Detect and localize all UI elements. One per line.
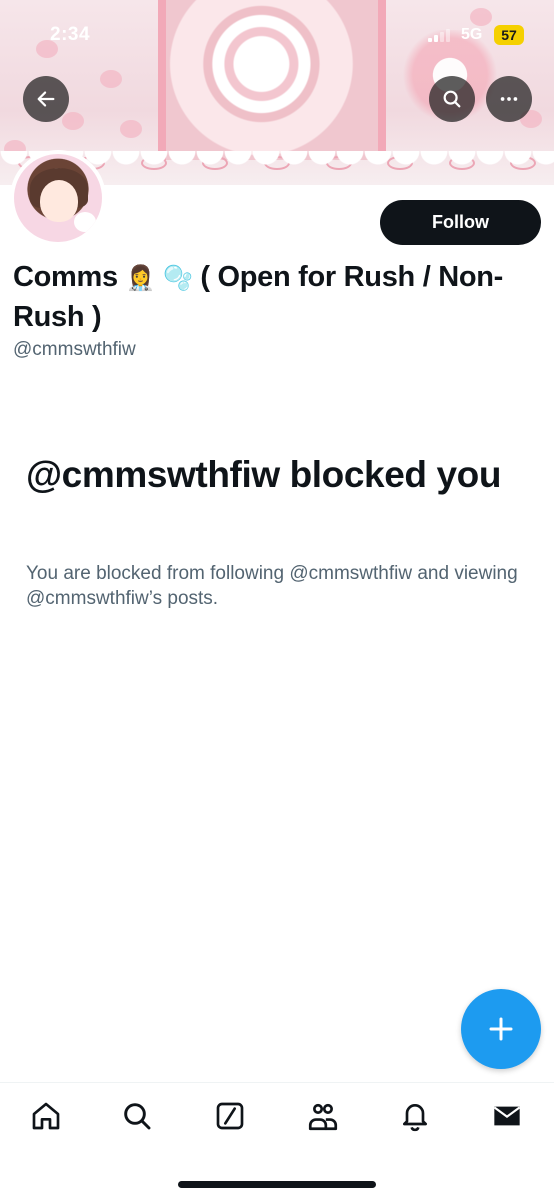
nav-grok[interactable] [213,1099,247,1133]
nav-communities[interactable] [306,1099,340,1133]
messages-icon [493,1106,521,1126]
nav-messages[interactable] [490,1099,524,1133]
grok-icon [216,1102,244,1130]
notifications-icon [403,1104,427,1132]
status-bar: 2:34 5G 57 [0,22,554,52]
blocked-title: @cmmswthfiw blocked you [26,454,502,495]
plus-icon [489,1017,513,1041]
profile-handle: @cmmswthfiw [13,339,136,360]
bottom-nav [0,1082,554,1152]
avatar[interactable] [10,150,106,246]
status-time: 2:34 [50,24,91,45]
home-indicator [178,1181,376,1188]
compose-button[interactable] [461,989,541,1069]
search-button[interactable] [429,76,475,122]
nav-search[interactable] [120,1099,154,1133]
profile-name: Comms 👩‍⚕️ 🫧 ( Open for Rush / Non-Rush … [13,258,513,336]
search-icon [443,90,461,108]
avatar-face [40,180,78,222]
more-button[interactable] [486,76,532,122]
nav-notifications[interactable] [398,1099,432,1133]
more-horizontal-icon [500,97,518,101]
signal-icon [428,28,450,42]
search-icon [124,1103,151,1130]
follow-button[interactable]: Follow [380,200,541,245]
health-worker-emoji: 👩‍⚕️ [125,265,156,292]
communities-icon [308,1103,338,1131]
avatar-cat [74,212,96,232]
nav-home[interactable] [29,1099,63,1133]
blocked-description: You are blocked from following @cmmswthf… [26,563,518,609]
battery-icon: 57 [494,25,524,45]
network-type: 5G [461,26,483,43]
arrow-left-icon [37,91,55,107]
home-icon [32,1102,60,1130]
back-button[interactable] [23,76,69,122]
profile-name-part1: Comms [13,261,118,293]
bubbles-emoji: 🫧 [162,265,193,292]
